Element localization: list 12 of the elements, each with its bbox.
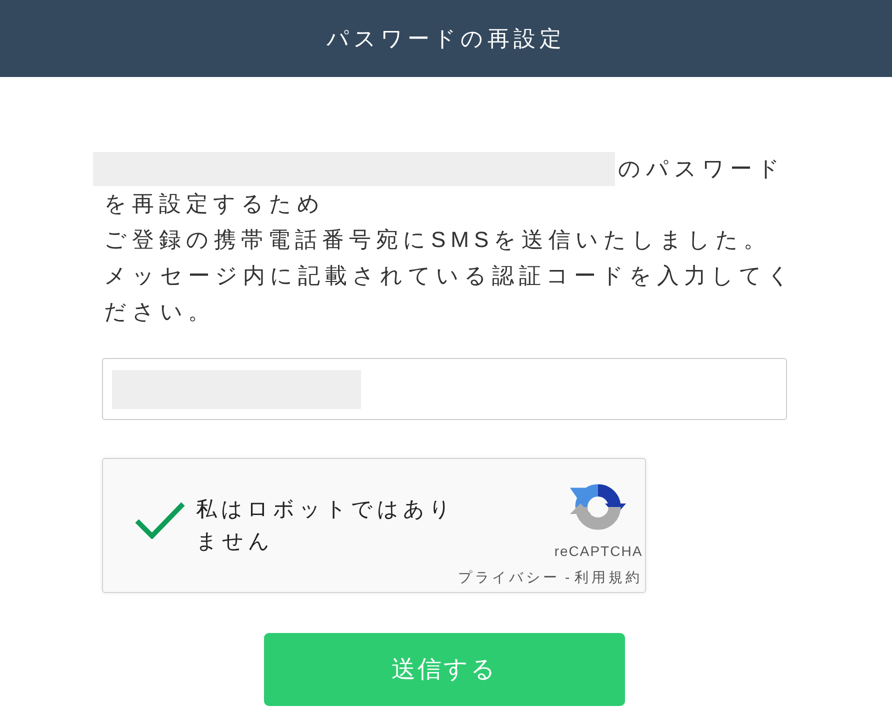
- instruction-text: を再設定するため: [104, 190, 326, 218]
- message-text: のパスワード: [618, 155, 785, 183]
- instruction-text: メッセージ内に記載されている認証コードを入力してください。: [104, 262, 796, 326]
- captcha-label: 私はロボットではありません: [196, 496, 456, 554]
- page-title: パスワードの再設定: [326, 25, 566, 53]
- code-input-field[interactable]: [102, 358, 787, 420]
- brand-text: reCAPTCHA: [554, 543, 643, 559]
- privacy-link[interactable]: プライバシー: [458, 569, 560, 585]
- checkmark-icon[interactable]: [135, 501, 185, 539]
- instruction-text: ご登録の携帯電話番号宛にSMSを送信いたしました。: [104, 226, 772, 254]
- terms-link[interactable]: 利用規約: [574, 569, 643, 585]
- link-separator: -: [565, 569, 570, 585]
